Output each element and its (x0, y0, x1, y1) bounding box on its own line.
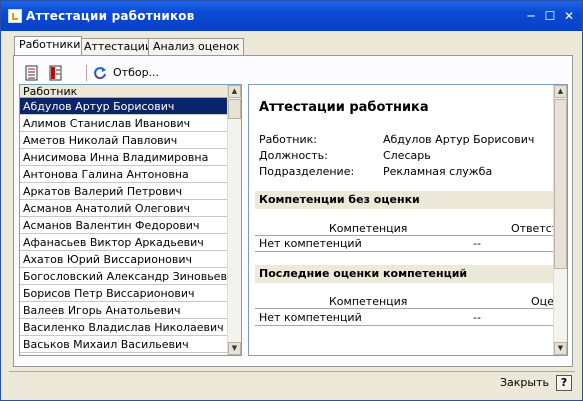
department-value: Рекламная служба (383, 165, 493, 178)
details-panel: Аттестации работника Работник: Абдулов А… (248, 84, 568, 356)
toolbar-separator (86, 65, 87, 81)
department-label: Подразделение: (259, 165, 355, 178)
details-title: Аттестации работника (259, 100, 429, 115)
list-item[interactable]: Васьков Михаил Васильевич (20, 336, 228, 353)
list-item[interactable]: Богословский Александр Зиновьевич (20, 268, 228, 285)
tab-attestations[interactable]: Аттестации (79, 38, 152, 55)
list-item[interactable]: Ахатов Юрий Виссарионович (20, 251, 228, 268)
list-item[interactable]: Абдулов Артур Борисович (20, 98, 228, 115)
close-icon[interactable]: ✕ (562, 9, 576, 23)
employee-list[interactable]: Работник Абдулов Артур Борисович Алимов … (19, 84, 242, 356)
help-button[interactable]: ? (556, 375, 572, 391)
score-cell: -- (473, 311, 481, 324)
list-item[interactable]: Борисов Петр Виссарионович (20, 285, 228, 302)
tab-score-analysis[interactable]: Анализ оценок (148, 38, 244, 55)
refresh-icon[interactable] (92, 65, 108, 81)
tab-panel: Отбор... Работник Абдулов Артур Борисови… (13, 55, 573, 367)
position-label: Должность: (259, 149, 328, 162)
responsible-cell: -- (473, 237, 481, 250)
list-item[interactable]: Алимов Станислав Иванович (20, 115, 228, 132)
scroll-thumb[interactable] (228, 99, 241, 119)
maximize-icon[interactable]: ☐ (543, 9, 557, 23)
list-item[interactable]: Аметов Николай Павлович (20, 132, 228, 149)
scroll-down-icon[interactable]: ▼ (554, 342, 567, 355)
scroll-up-icon[interactable]: ▲ (228, 85, 241, 98)
list-item[interactable]: Валеев Игорь Анатольевич (20, 302, 228, 319)
employee-label: Работник: (259, 133, 317, 146)
list-item[interactable]: Афанасьев Виктор Аркадьевич (20, 234, 228, 251)
position-value: Слесарь (383, 149, 431, 162)
app-icon (8, 9, 22, 23)
footer-separator (9, 371, 575, 372)
filter-button[interactable]: Отбор... (113, 66, 159, 79)
table-divider (255, 251, 555, 252)
scroll-down-icon[interactable]: ▼ (228, 342, 241, 355)
competency-column-header: Компетенция (329, 222, 408, 235)
competency-cell: Нет компетенций (259, 237, 362, 250)
scroll-up-icon[interactable]: ▲ (554, 85, 567, 98)
window-title: Аттестации работников (26, 9, 195, 23)
list-scrollbar[interactable]: ▲ ▼ (227, 85, 241, 355)
list-item[interactable]: Анисимова Инна Владимировна (20, 149, 228, 166)
minimize-icon[interactable]: ─ (524, 9, 538, 23)
employee-value: Абдулов Артур Борисович (383, 133, 535, 146)
list-item[interactable]: Асманов Валентин Федорович (20, 217, 228, 234)
details-scrollbar[interactable]: ▲ ▼ (553, 85, 567, 355)
list-column-header[interactable]: Работник (20, 85, 228, 98)
scroll-thumb[interactable] (554, 99, 567, 269)
list-item[interactable]: Василенко Владислав Николаевич (20, 319, 228, 336)
list-settings-icon[interactable] (24, 65, 40, 81)
table-divider (255, 308, 555, 309)
close-button[interactable]: Закрыть (500, 376, 549, 389)
document-icon[interactable] (48, 65, 64, 81)
competency-cell: Нет компетенций (259, 311, 362, 324)
competency-column-header: Компетенция (329, 295, 408, 308)
list-item[interactable]: Аркатов Валерий Петрович (20, 183, 228, 200)
app-window: Аттестации работников ─ ☐ ✕ Работники Ат… (0, 0, 583, 401)
list-item[interactable]: Антонова Галина Антоновна (20, 166, 228, 183)
list-item[interactable]: Асманов Анатолий Олегович (20, 200, 228, 217)
tab-employees[interactable]: Работники (14, 36, 82, 55)
section-latest-scores: Последние оценки компетенций (255, 265, 555, 283)
table-divider (255, 235, 555, 236)
title-bar[interactable]: Аттестации работников ─ ☐ ✕ (1, 1, 582, 31)
table-divider (255, 325, 555, 326)
section-unrated-competencies: Компетенции без оценки (255, 191, 555, 209)
